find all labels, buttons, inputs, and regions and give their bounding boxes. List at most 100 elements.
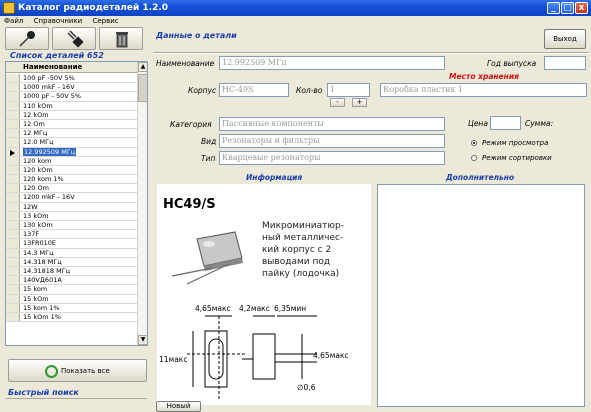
menu-file[interactable]: Файл [4, 17, 23, 25]
table-row[interactable]: 13 kOm [6, 211, 139, 221]
name-field[interactable]: 12.992509 МГц [219, 56, 445, 70]
sort-mode-label: Режим сортировки [482, 154, 552, 162]
sum-label: Сумма: [525, 119, 554, 128]
table-row[interactable]: 12 Om [6, 119, 139, 130]
row-name-cell: 1200 mkF - 16V [23, 193, 75, 202]
table-row[interactable]: 12W [6, 202, 139, 212]
scroll-down-icon[interactable]: ▼ [138, 335, 147, 345]
table-row[interactable]: 12 МГц [6, 129, 139, 139]
table-row[interactable]: 140VД601A [6, 276, 139, 286]
extra-info-memo[interactable] [377, 184, 585, 407]
crystal-datasheet-image: HC49/S Микроминиатюр- ный металличес- ки… [159, 197, 349, 399]
table-row[interactable]: 110 kOm [6, 101, 139, 111]
table-row[interactable]: 15 kom [6, 285, 139, 295]
table-row[interactable]: 120 kOm [6, 165, 139, 176]
kind-label: Вид [201, 137, 217, 146]
table-row[interactable]: 15 kOm 1% [6, 312, 139, 323]
row-name-cell: 14.3 МГц [23, 248, 54, 257]
column-header-name[interactable]: Наименование [6, 62, 139, 73]
new-tab-button[interactable]: Новый [156, 401, 201, 412]
row-name-cell: 137F [23, 230, 40, 239]
type-field[interactable]: Кварцевые резонаторы [219, 151, 445, 165]
qty-plus-button[interactable]: + [352, 98, 367, 107]
table-row[interactable]: 120 kom [6, 156, 139, 166]
minimize-button[interactable]: _ [547, 2, 560, 14]
table-row[interactable]: 130 kOm [6, 221, 139, 231]
qty-minus-button[interactable]: - [330, 98, 345, 107]
view-mode-radio[interactable]: Режим просмотра [471, 139, 548, 147]
row-indicator [6, 221, 20, 230]
desc-line-1: Микроминиатюр- [262, 221, 344, 231]
desc-line-2: ный металличес- [262, 233, 343, 243]
row-indicator [6, 211, 20, 220]
table-row[interactable]: 1000 mkF - 16V [6, 83, 139, 93]
table-row[interactable]: 12.992509 МГц [6, 147, 139, 157]
table-row[interactable]: 137F [6, 230, 139, 240]
case-field[interactable]: HC-49S [219, 83, 289, 97]
table-row[interactable]: 120 Om [6, 184, 139, 194]
component-icon [67, 30, 84, 48]
row-name-cell: 100 pF -50V 5% [23, 74, 75, 82]
year-label: Год выпуска [487, 59, 537, 68]
table-row[interactable]: 100 pF -50V 5% [6, 74, 139, 84]
table-row[interactable]: 12 kOm [6, 110, 139, 120]
crystal-photo [171, 231, 243, 285]
row-name-cell: 1000 pF - 50V 5% [23, 92, 82, 101]
table-row[interactable]: 12.0 МГц [6, 138, 139, 148]
add-part-button[interactable] [5, 27, 49, 50]
recycle-icon [45, 365, 58, 378]
row-indicator [6, 248, 20, 257]
table-row[interactable]: 15 kOm [6, 294, 139, 304]
desc-line-5: пайку (лодочка) [262, 269, 339, 279]
dim-label-1: 4,65макс [195, 304, 231, 313]
info-title: Информация [246, 173, 303, 182]
table-row[interactable]: 1200 mkF - 16V [6, 193, 139, 203]
parts-grid[interactable]: Наименование 100 pF -50V 5% 1000 mkF - 16… [5, 61, 148, 346]
menu-bar: Файл Справочники Сервис [0, 16, 591, 27]
divider [153, 52, 589, 54]
row-name-cell: 12.992509 МГц [23, 147, 77, 156]
row-name-cell: 15 kom [23, 285, 48, 294]
scroll-thumb[interactable] [138, 74, 147, 102]
close-button[interactable]: x [575, 2, 588, 14]
price-field[interactable] [490, 116, 521, 130]
desc-line-3: кий корпус с 2 [262, 245, 331, 255]
row-name-cell: 14.31818 МГц [23, 266, 71, 275]
scroll-up-icon[interactable]: ▲ [138, 62, 147, 72]
qty-field[interactable]: 1 [327, 83, 370, 97]
row-name-cell: 13 kOm [23, 211, 49, 220]
trash-icon [116, 32, 128, 48]
table-row[interactable]: 14.31818 МГц [6, 266, 139, 277]
kind-field[interactable]: Резонаторы и фильтры [219, 134, 445, 148]
maximize-button[interactable]: □ [561, 2, 574, 14]
row-indicator [6, 175, 20, 184]
table-row[interactable]: 14.3 МГц [6, 248, 139, 258]
menu-references[interactable]: Справочники [34, 17, 83, 25]
table-row[interactable]: 14.318 МГц [6, 257, 139, 267]
row-name-cell: 130 kOm [23, 221, 53, 229]
row-indicator [6, 202, 20, 211]
storage-field[interactable]: Коробка пластик 1 [380, 83, 587, 97]
table-row[interactable]: 1000 pF - 50V 5% [6, 92, 139, 102]
row-name-cell: 120 Om [23, 184, 49, 193]
info-panel: HC49/S Микроминиатюр- ный металличес- ки… [157, 184, 371, 405]
delete-part-button[interactable] [99, 27, 143, 50]
table-row[interactable]: 120 kom 1% [6, 175, 139, 185]
menu-service[interactable]: Сервис [92, 17, 118, 25]
edit-part-button[interactable] [52, 27, 96, 50]
dim-label-6: ∅0,6 [297, 383, 316, 392]
part-data-title: Данные о детали [156, 31, 237, 40]
description-text: Микроминиатюр- ный металличес- кий корпу… [262, 221, 344, 279]
row-indicator [6, 110, 20, 119]
year-field[interactable] [544, 56, 586, 70]
sort-mode-radio[interactable]: Режим сортировки [471, 154, 552, 162]
name-label: Наименование [156, 59, 215, 68]
show-all-button[interactable]: Показать все [8, 359, 147, 382]
table-row[interactable]: 15 kom 1% [6, 303, 139, 313]
exit-button[interactable]: Выход [544, 29, 586, 49]
row-indicator [6, 239, 20, 248]
grid-scrollbar[interactable]: ▲ ▼ [137, 62, 147, 345]
table-row[interactable]: 13FR010E [6, 239, 139, 249]
row-indicator [6, 276, 20, 285]
category-field[interactable]: Пассивные компоненты [219, 117, 445, 131]
